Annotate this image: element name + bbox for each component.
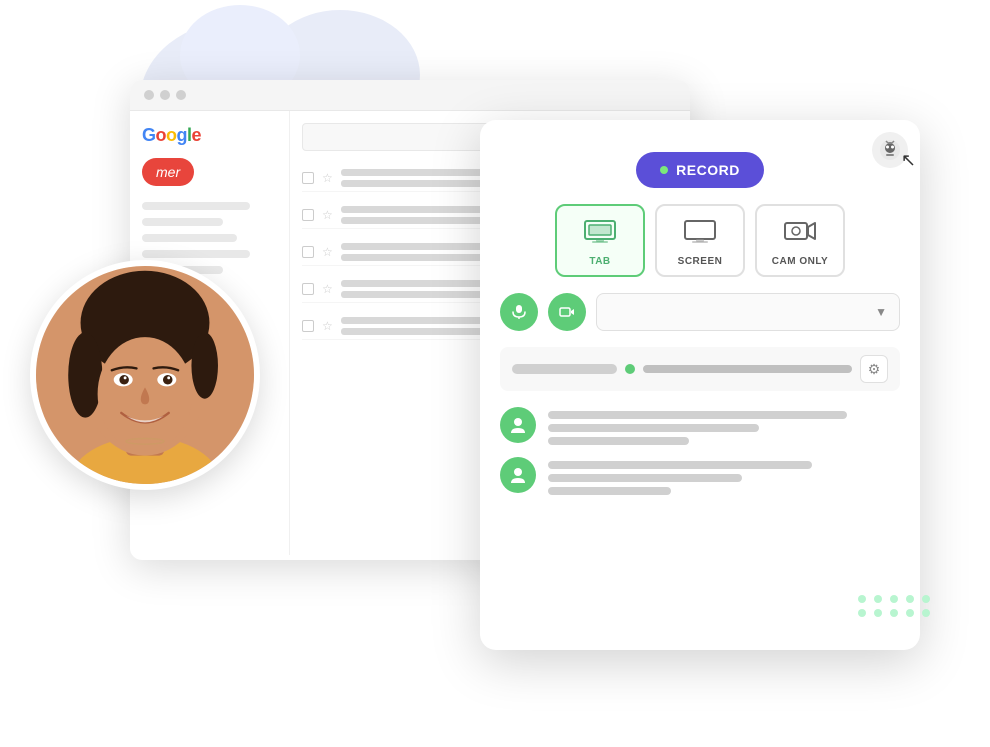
nav-line-1 [142, 202, 250, 210]
settings-button[interactable]: ⚙ [860, 355, 888, 383]
recording-mode-options: TAB SCREEN [500, 204, 900, 277]
tab-indicator-1 [512, 364, 617, 374]
browser-dot-3 [176, 90, 186, 100]
user-row-2 [500, 457, 900, 495]
star-5[interactable]: ☆ [322, 319, 333, 333]
user-1-lines [548, 407, 900, 445]
record-label: RECORD [676, 162, 740, 178]
compose-button[interactable]: mer [142, 158, 194, 186]
user-2-lines [548, 457, 900, 495]
popup-panel: ↖ RECORD T [480, 120, 920, 650]
record-button[interactable]: RECORD [636, 152, 764, 188]
checkbox-1[interactable] [302, 172, 314, 184]
star-4[interactable]: ☆ [322, 282, 333, 296]
mode-tab[interactable]: TAB [555, 204, 645, 277]
bot-area: ↖ [872, 132, 908, 168]
microphone-button[interactable] [500, 293, 538, 331]
camera-button[interactable] [548, 293, 586, 331]
tab-bar-section: ⚙ [500, 347, 900, 391]
tab-mode-icon [584, 218, 616, 250]
decorative-dots [858, 595, 932, 617]
user-row-1 [500, 407, 900, 445]
browser-titlebar [130, 80, 690, 111]
person-photo [30, 260, 260, 490]
cam-only-mode-icon [784, 218, 816, 250]
av-controls: ▼ [500, 293, 900, 331]
gear-icon: ⚙ [868, 361, 881, 378]
browser-dot-1 [144, 90, 154, 100]
user-avatar-2 [500, 457, 536, 493]
checkbox-4[interactable] [302, 283, 314, 295]
compose-label: mer [156, 164, 180, 180]
tab-line [643, 365, 852, 373]
user-avatar-1 [500, 407, 536, 443]
active-tab-dot [625, 364, 635, 374]
nav-line-4 [142, 250, 250, 258]
star-3[interactable]: ☆ [322, 245, 333, 259]
nav-line-3 [142, 234, 237, 242]
star-1[interactable]: ☆ [322, 171, 333, 185]
browser-dot-2 [160, 90, 170, 100]
checkbox-3[interactable] [302, 246, 314, 258]
mode-cam-only[interactable]: CAM ONLY [755, 204, 845, 277]
chevron-down-icon: ▼ [875, 305, 887, 319]
google-logo: Google [142, 125, 277, 146]
device-dropdown[interactable]: ▼ [596, 293, 900, 331]
user-list [500, 407, 900, 495]
record-indicator [660, 166, 668, 174]
screen-mode-label: SCREEN [678, 256, 723, 267]
cursor-icon: ↖ [901, 150, 916, 171]
checkbox-5[interactable] [302, 320, 314, 332]
cam-only-mode-label: CAM ONLY [772, 256, 828, 267]
star-2[interactable]: ☆ [322, 208, 333, 222]
mode-screen[interactable]: SCREEN [655, 204, 745, 277]
nav-line-2 [142, 218, 223, 226]
checkbox-2[interactable] [302, 209, 314, 221]
screen-mode-icon [684, 218, 716, 250]
tab-mode-label: TAB [589, 256, 610, 267]
scene: Google mer ☆ [0, 0, 990, 747]
